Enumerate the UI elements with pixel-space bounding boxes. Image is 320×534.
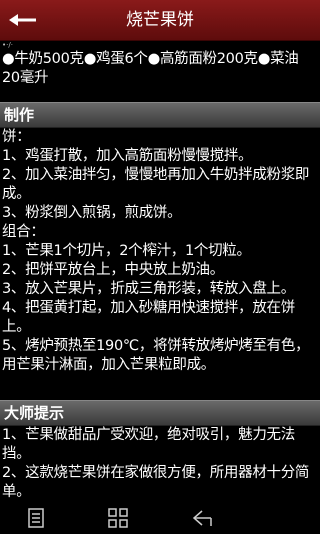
recipe-content[interactable]: •·/· ●牛奶500克●鸡蛋6个●高筋面粉200克●菜油20毫升 制作 饼： … xyxy=(0,40,320,502)
method-line: 饼： xyxy=(2,129,31,145)
method-line: 组合： xyxy=(2,224,45,240)
method-line: 5、烤炉预热至190℃，将饼转放烤炉烤至有色，用芒果汁淋面，加入芒果粒即成。 xyxy=(2,338,310,373)
method-line: 3、放入芒果片，折成三角形装，转放入盘上。 xyxy=(2,281,295,297)
home-button[interactable] xyxy=(106,506,130,530)
tips-list: 1、芒果做甜品广受欢迎，绝对吸引，魅力无法挡。 2、这款烧芒果饼在家做很方便，所… xyxy=(2,426,316,502)
tips-heading: 大师提示 xyxy=(4,404,65,422)
ingredients-text: ●牛奶500克●鸡蛋6个●高筋面粉200克●菜油20毫升 xyxy=(2,51,299,86)
method-line: 2、把饼平放台上，中央放上奶油。 xyxy=(2,262,224,278)
tips-section-header: 大师提示 xyxy=(0,400,320,426)
menu-button[interactable] xyxy=(24,506,48,530)
method-steps: 饼： 1、鸡蛋打散，加入高筋面粉慢慢搅拌。 2、加入菜油拌匀，慢慢地再加入牛奶拌… xyxy=(2,128,316,375)
method-heading: 制作 xyxy=(4,106,35,124)
method-line: 1、鸡蛋打散，加入高筋面粉慢慢搅拌。 xyxy=(2,148,253,164)
method-line: 1、芒果1个切片，2个榨汁，1个切粒。 xyxy=(2,243,251,259)
back-icon xyxy=(192,510,212,526)
back-nav-button[interactable] xyxy=(190,506,214,530)
method-line: 3、粉浆倒入煎锅，煎成饼。 xyxy=(2,205,182,221)
menu-icon xyxy=(28,508,44,528)
truncated-text: •·/· xyxy=(2,41,13,49)
page-title: 烧芒果饼 xyxy=(126,10,194,30)
home-icon xyxy=(108,508,128,528)
method-line: 4、把蛋黄打起，加入砂糖用快速搅拌，放在饼上。 xyxy=(2,300,295,335)
bottom-nav-bar xyxy=(0,502,320,534)
tip-line: 1、芒果做甜品广受欢迎，绝对吸引，魅力无法挡。 xyxy=(2,427,295,462)
top-bar: 烧芒果饼 xyxy=(0,0,320,41)
tip-line: 2、这款烧芒果饼在家做很方便，所用器材十分简单。 xyxy=(2,465,310,500)
method-section-header: 制作 xyxy=(0,102,320,128)
method-line: 2、加入菜油拌匀，慢慢地再加入牛奶拌成粉浆即成。 xyxy=(2,167,310,202)
